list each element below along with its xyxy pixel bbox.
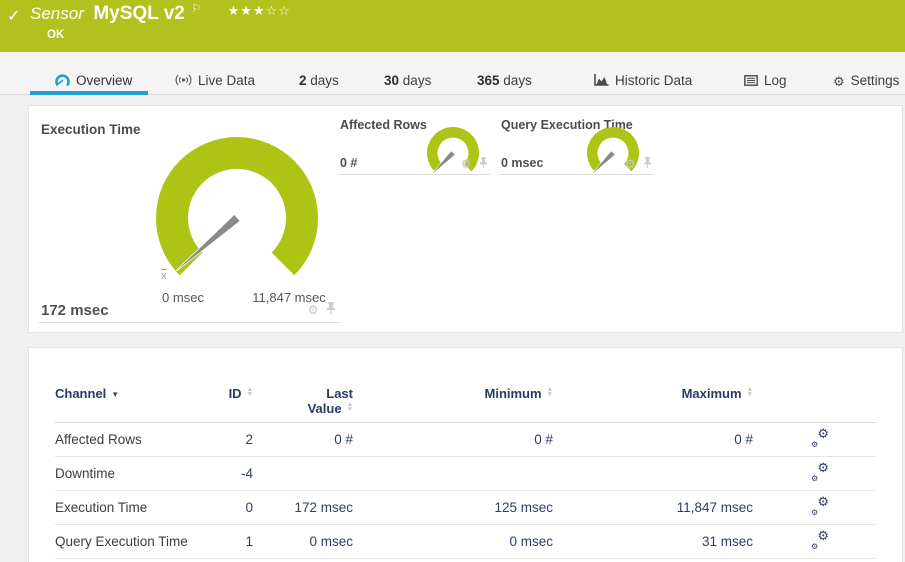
tab-overview-label: Overview (76, 73, 133, 88)
column-header-channel-label: Channel (55, 386, 107, 401)
column-header-id-label: ID (228, 386, 242, 401)
column-header-last-value[interactable]: Last Value ▲ ▼ (253, 386, 353, 422)
edit-channel-icon[interactable]: ⚙ ⚙ (811, 495, 829, 517)
channel-minimum: 125 msec (494, 500, 553, 515)
gauges-panel: Execution Time x 0 msec 11,847 msec 172 … (28, 105, 903, 333)
column-header-value-label: Value (307, 401, 342, 416)
channel-last-value: 0 msec (309, 534, 353, 549)
gauge-title: Execution Time (41, 122, 141, 137)
sort-caret-icon: ▼ (111, 390, 120, 399)
tab-365-days[interactable]: 365 days (477, 70, 532, 92)
pin-icon[interactable] (326, 302, 336, 315)
channel-id: 1 (245, 534, 253, 549)
channel-name: Downtime (55, 466, 116, 481)
tab-30-days[interactable]: 30 days (384, 70, 431, 92)
tab-365-days-number: 365 (477, 73, 500, 88)
tab-log[interactable]: Log (744, 70, 787, 92)
channel-maximum: 0 # (734, 432, 753, 447)
tab-bar: Overview Live Data 2 days 30 days 365 da… (0, 52, 905, 95)
gauge-tile-query-execution-time: Query Execution Time 0 msec ⚙ (499, 118, 654, 175)
gauge-current-value: 172 msec (41, 302, 109, 319)
column-header-id[interactable]: ID ▲ ▼ (205, 386, 253, 422)
sensor-name: MySQL v2 (93, 3, 185, 24)
gauge-min-label: 0 msec (162, 290, 204, 305)
channel-name: Affected Rows (55, 432, 142, 447)
tab-historic-data[interactable]: Historic Data (594, 70, 692, 92)
execution-time-gauge (156, 137, 318, 276)
gauge-settings-gear-icon[interactable]: ⚙ (461, 157, 472, 171)
status-check-icon: ✓ (7, 6, 21, 25)
table-row: Affected Rows 2 0 # 0 # 0 # ⚙ ⚙ (55, 423, 876, 457)
status-badge: OK (47, 29, 65, 41)
channel-id: 0 (245, 500, 253, 515)
table-header-row: Channel ▼ ID ▲ ▼ Last Value ▲ ▼ Minimum ▲ ▼ Maxi… (55, 386, 876, 423)
channel-id: 2 (245, 432, 253, 447)
column-header-minimum-label: Minimum (484, 386, 542, 401)
channel-name: Query Execution Time (55, 534, 188, 549)
tab-live-data[interactable]: Live Data (175, 70, 255, 92)
edit-channel-icon[interactable]: ⚙ ⚙ (811, 461, 829, 483)
channel-maximum: 11,847 msec (676, 500, 753, 515)
priority-flag-icon: ⚐ (191, 2, 202, 15)
channel-minimum: 0 # (534, 432, 553, 447)
edit-channel-icon[interactable]: ⚙ ⚙ (811, 427, 829, 449)
tab-2-days-number: 2 (299, 73, 307, 88)
average-marker: x (161, 270, 167, 282)
tab-30-days-number: 30 (384, 73, 400, 88)
channels-panel: Channel ▼ ID ▲ ▼ Last Value ▲ ▼ Minimum ▲ ▼ Maxi… (28, 347, 903, 562)
gauge-settings-gear-icon[interactable]: ⚙ (625, 157, 636, 171)
affected-rows-gauge (427, 127, 479, 174)
gauge-tile-affected-rows: Affected Rows 0 # ⚙ (338, 118, 490, 175)
channel-maximum: 31 msec (701, 534, 753, 549)
priority-stars[interactable]: ★★★☆☆ (228, 4, 291, 19)
tab-30-days-label: days (402, 73, 432, 88)
sensor-kind-label: Sensor (30, 4, 84, 23)
tab-2-days[interactable]: 2 days (299, 70, 339, 92)
gauge-current-value: 0 msec (501, 156, 544, 170)
table-row: Query Execution Time 1 0 msec 0 msec 31 … (55, 525, 876, 559)
gauge-icon (55, 71, 70, 93)
channel-minimum: 0 msec (509, 534, 553, 549)
tab-log-label: Log (764, 73, 787, 88)
log-icon (744, 71, 758, 93)
column-header-maximum-label: Maximum (681, 386, 742, 401)
sensor-header: ✓ Sensor MySQL v2 ⚐ ★★★☆☆ OK (0, 0, 905, 52)
channel-last-value: 172 msec (294, 500, 353, 515)
gauge-settings-gear-icon[interactable]: ⚙ (308, 303, 319, 317)
gauge-tile-execution-time: Execution Time x 0 msec 11,847 msec 172 … (39, 118, 340, 323)
column-header-channel[interactable]: Channel ▼ (55, 386, 205, 422)
table-row: Downtime -4 ⚙ ⚙ (55, 457, 876, 491)
tab-365-days-label: days (503, 73, 532, 88)
channel-name: Execution Time (55, 500, 148, 515)
column-header-minimum[interactable]: Minimum ▲ ▼ (353, 386, 554, 422)
column-header-maximum[interactable]: Maximum ▲ ▼ (553, 386, 753, 422)
channels-table: Channel ▼ ID ▲ ▼ Last Value ▲ ▼ Minimum ▲ ▼ Maxi… (55, 386, 876, 559)
chart-icon (594, 71, 609, 93)
gear-icon: ⚙ (833, 75, 845, 90)
pin-icon[interactable] (643, 157, 652, 169)
live-icon (175, 71, 192, 93)
tab-settings[interactable]: ⚙ Settings (833, 70, 899, 92)
tab-overview[interactable]: Overview (55, 70, 132, 92)
query-execution-time-gauge (587, 127, 639, 174)
tab-settings-label: Settings (850, 73, 900, 88)
column-header-last-label: Last (326, 386, 353, 401)
channel-id: -4 (240, 466, 253, 481)
gauge-title: Affected Rows (340, 118, 427, 132)
table-row: Execution Time 0 172 msec 125 msec 11,84… (55, 491, 876, 525)
gauge-current-value: 0 # (340, 156, 358, 170)
active-tab-underline (30, 91, 148, 95)
edit-channel-icon[interactable]: ⚙ ⚙ (811, 529, 829, 551)
pin-icon[interactable] (479, 157, 488, 169)
tab-live-data-label: Live Data (198, 73, 256, 88)
tab-historic-data-label: Historic Data (615, 73, 693, 88)
channel-last-value: 0 # (334, 432, 353, 447)
tab-2-days-label: days (310, 73, 339, 88)
